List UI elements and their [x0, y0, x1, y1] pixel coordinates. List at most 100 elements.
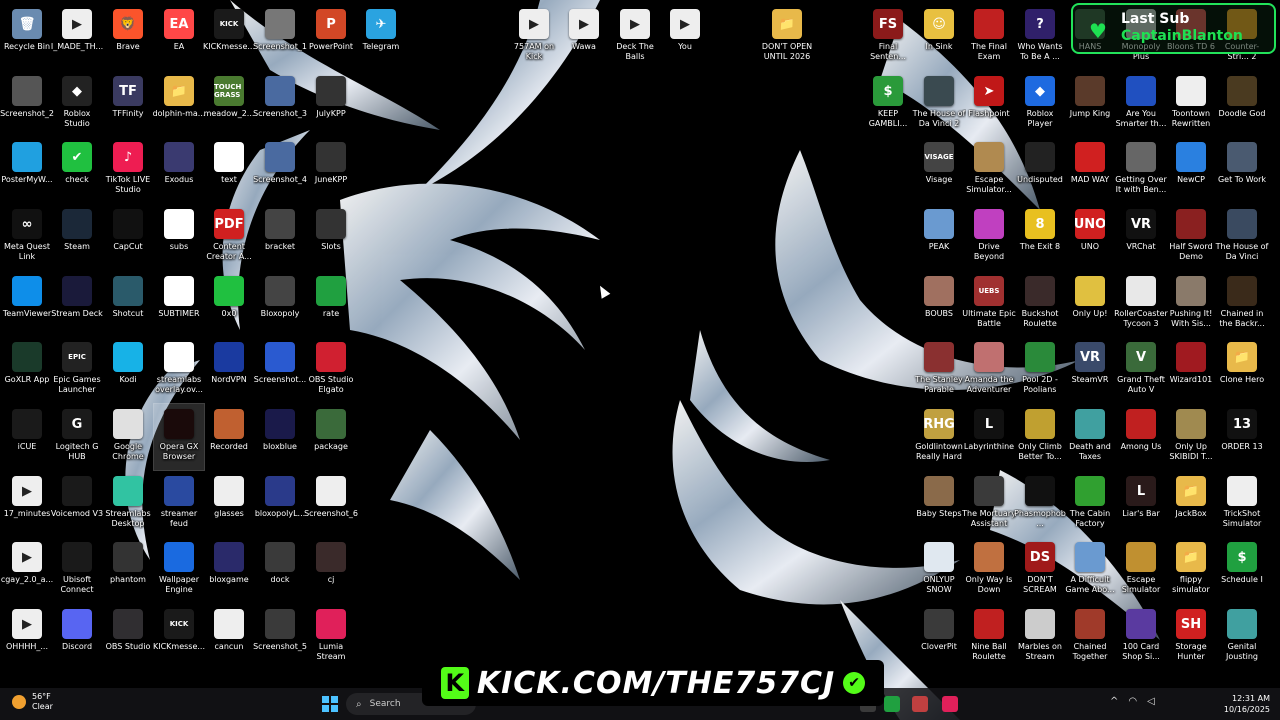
desktop-icon[interactable]: ▶ You	[660, 4, 710, 70]
desktop-icon[interactable]: Chained in the Backr...	[1217, 271, 1267, 337]
desktop-icon[interactable]: 8 The Exit 8	[1015, 204, 1065, 270]
desktop-icon[interactable]: Buckshot Roulette	[1015, 271, 1065, 337]
desktop-icon[interactable]: The Final Exam	[964, 4, 1014, 70]
desktop-icon[interactable]: SUBTIMER	[154, 271, 204, 337]
desktop-icon[interactable]: Screenshot_1	[253, 4, 307, 70]
desktop-icon[interactable]: Doodle God	[1217, 71, 1267, 137]
desktop-icon[interactable]: NewCP	[1166, 137, 1216, 203]
desktop-icon[interactable]: cancun	[204, 604, 254, 670]
desktop-icon[interactable]: ▶ I_MADE_TH...	[51, 4, 103, 70]
desktop-icon[interactable]: Shotcut	[103, 271, 153, 337]
desktop-icon[interactable]: Chained Together	[1065, 604, 1115, 670]
desktop-icon[interactable]: Pool 2D - Poolians	[1015, 337, 1065, 403]
desktop-icon[interactable]: G Logitech G HUB	[52, 404, 102, 470]
desktop-icon[interactable]: Bloxopoly	[255, 271, 305, 337]
desktop-icon[interactable]: ☺ In Sink	[914, 4, 964, 70]
desktop-icon[interactable]: iCUE	[2, 404, 52, 470]
desktop-icon[interactable]: Steam	[52, 204, 102, 270]
desktop-icon[interactable]: Among Us	[1116, 404, 1166, 470]
desktop-icon[interactable]: The House of Da Vinci	[1216, 204, 1268, 270]
desktop-icon[interactable]: ∞ Meta Quest Link	[2, 204, 52, 270]
desktop-icon[interactable]: ▶ OHHHH_...	[2, 604, 52, 670]
desktop-icon[interactable]: streamer feud	[154, 471, 204, 537]
desktop-icon[interactable]: 📁 Clone Hero	[1217, 337, 1267, 403]
desktop-icon[interactable]: Wallpaper Engine	[154, 537, 204, 603]
weather-widget[interactable]: 56°F Clear	[12, 692, 53, 712]
desktop-icon[interactable]: 🦁 Brave	[103, 4, 153, 70]
desktop-icon[interactable]: Are You Smarter th...	[1116, 71, 1166, 137]
chevron-up-icon[interactable]: ^	[1110, 696, 1118, 707]
desktop-icon[interactable]: Half Sword Demo	[1166, 204, 1216, 270]
desktop-icon[interactable]: Death and Taxes	[1065, 404, 1115, 470]
desktop-icon[interactable]: Discord	[52, 604, 102, 670]
desktop-icon[interactable]: Marbles on Stream	[1015, 604, 1065, 670]
desktop-icon[interactable]: Only Climb Better To...	[1015, 404, 1065, 470]
desktop-icon[interactable]: A Difficult Game Abo...	[1065, 537, 1115, 603]
desktop-icon[interactable]: TOUCH GRASS meadow_2...	[204, 71, 254, 137]
desktop-icon[interactable]: EA EA	[154, 4, 204, 70]
desktop-icon[interactable]: ◆ Roblox Studio	[52, 71, 102, 137]
desktop-icon[interactable]: Kodi	[103, 337, 153, 403]
desktop-icon[interactable]: bloxopolyL...	[255, 471, 305, 537]
desktop-icon[interactable]: ▶ cgay_2.0_a...	[1, 537, 53, 603]
desktop-icon[interactable]: OBS Studio	[103, 604, 153, 670]
desktop-icon[interactable]: UNO UNO	[1065, 204, 1115, 270]
desktop-icon[interactable]: The Cabin Factory	[1065, 471, 1115, 537]
desktop-icon[interactable]: L Liar's Bar	[1116, 471, 1166, 537]
desktop-icon[interactable]: MAD WAY	[1065, 137, 1115, 203]
desktop-icon[interactable]: streamlabs overlay.ov...	[154, 337, 204, 403]
desktop-icon[interactable]: GoXLR App	[2, 337, 52, 403]
desktop-icon[interactable]: UEBS Ultimate Epic Battle Simu...	[962, 271, 1016, 337]
desktop-icon[interactable]: Only Up SKIBIDI T...	[1166, 404, 1216, 470]
desktop-icon[interactable]: 📁 JackBox	[1166, 471, 1216, 537]
desktop-icon[interactable]: JuneKPP	[306, 137, 356, 203]
desktop-icon[interactable]: ONLYUP SNOW	[914, 537, 964, 603]
desktop-icon[interactable]: Screenshot_5	[253, 604, 307, 670]
desktop-icon[interactable]: Only Up!	[1065, 271, 1115, 337]
desktop-icon[interactable]: ▶ Wawa	[559, 4, 609, 70]
desktop-icon[interactable]: VR VRChat	[1116, 204, 1166, 270]
desktop-icon[interactable]: FS Final Senten...	[863, 4, 913, 70]
desktop-icon[interactable]: subs	[154, 204, 204, 270]
desktop-icon[interactable]: Screenshot_6	[304, 471, 358, 537]
desktop-icon[interactable]: ▶ 17_minutes	[2, 471, 52, 537]
desktop-icon[interactable]: SH Storage Hunter	[1166, 604, 1216, 670]
desktop-icon[interactable]: 100 Card Shop Si...	[1116, 604, 1166, 670]
desktop-icon[interactable]: 📁 dolphin-ma...	[153, 71, 205, 137]
desktop-icon[interactable]: OBS Studio Elgato	[306, 337, 356, 403]
desktop-icon[interactable]: ▶ 757AM on Kick	[509, 4, 559, 70]
taskbar-app-icon[interactable]	[884, 696, 900, 712]
desktop-icon[interactable]: $ Schedule I	[1217, 537, 1267, 603]
desktop-icon[interactable]: JulyKPP	[306, 71, 356, 137]
desktop-icon[interactable]: Pushing It! With Sis...	[1166, 271, 1216, 337]
desktop-icon[interactable]: Get To Work	[1217, 137, 1267, 203]
desktop-icon[interactable]: PEAK	[914, 204, 964, 270]
desktop-icon[interactable]: Only Way Is Down	[964, 537, 1014, 603]
desktop-icon[interactable]: Screenshot_3	[253, 71, 307, 137]
desktop-icon[interactable]: The Mortuary Assistant	[962, 471, 1016, 537]
desktop-icon[interactable]: CloverPit	[914, 604, 964, 670]
desktop-icon[interactable]: Genital Jousting	[1217, 604, 1267, 670]
desktop-icon[interactable]: Phasmophob...	[1014, 471, 1066, 537]
desktop-icon[interactable]: P PowerPoint	[306, 4, 356, 70]
desktop-icon[interactable]: 📁 DON'T OPEN UNTIL 2026	[762, 4, 812, 70]
desktop-icon[interactable]: ♪ TikTok LIVE Studio	[103, 137, 153, 203]
desktop-icon[interactable]: The House of Da Vinci 2	[913, 71, 965, 137]
desktop-icon[interactable]: Getting Over It with Ben...	[1115, 137, 1167, 203]
desktop-icon[interactable]: 0x0	[204, 271, 254, 337]
desktop-icon[interactable]: Toontown Rewritten	[1166, 71, 1216, 137]
desktop-icon[interactable]: RollerCoaster Tycoon 3	[1114, 271, 1168, 337]
desktop-icon[interactable]: L Labyrinthine	[964, 404, 1014, 470]
desktop-icon[interactable]: VISAGE Visage	[914, 137, 964, 203]
desktop-icon[interactable]: Amanda the Adventurer	[964, 337, 1014, 403]
desktop-icon[interactable]: KICK KICKmesse...	[153, 604, 205, 670]
desktop-icon[interactable]: Wizard101	[1166, 337, 1216, 403]
desktop-icon[interactable]: Opera GX Browser	[153, 403, 205, 471]
desktop-icon[interactable]: rate	[306, 271, 356, 337]
desktop-icon[interactable]: NordVPN	[204, 337, 254, 403]
wifi-icon[interactable]: ◠	[1128, 696, 1137, 707]
desktop-icon[interactable]: Nine Ball Roulette	[964, 604, 1014, 670]
desktop-icon[interactable]: 13 ORDER 13	[1217, 404, 1267, 470]
desktop-icon[interactable]: cj	[306, 537, 356, 603]
desktop-icon[interactable]: TrickShot Simulator	[1217, 471, 1267, 537]
